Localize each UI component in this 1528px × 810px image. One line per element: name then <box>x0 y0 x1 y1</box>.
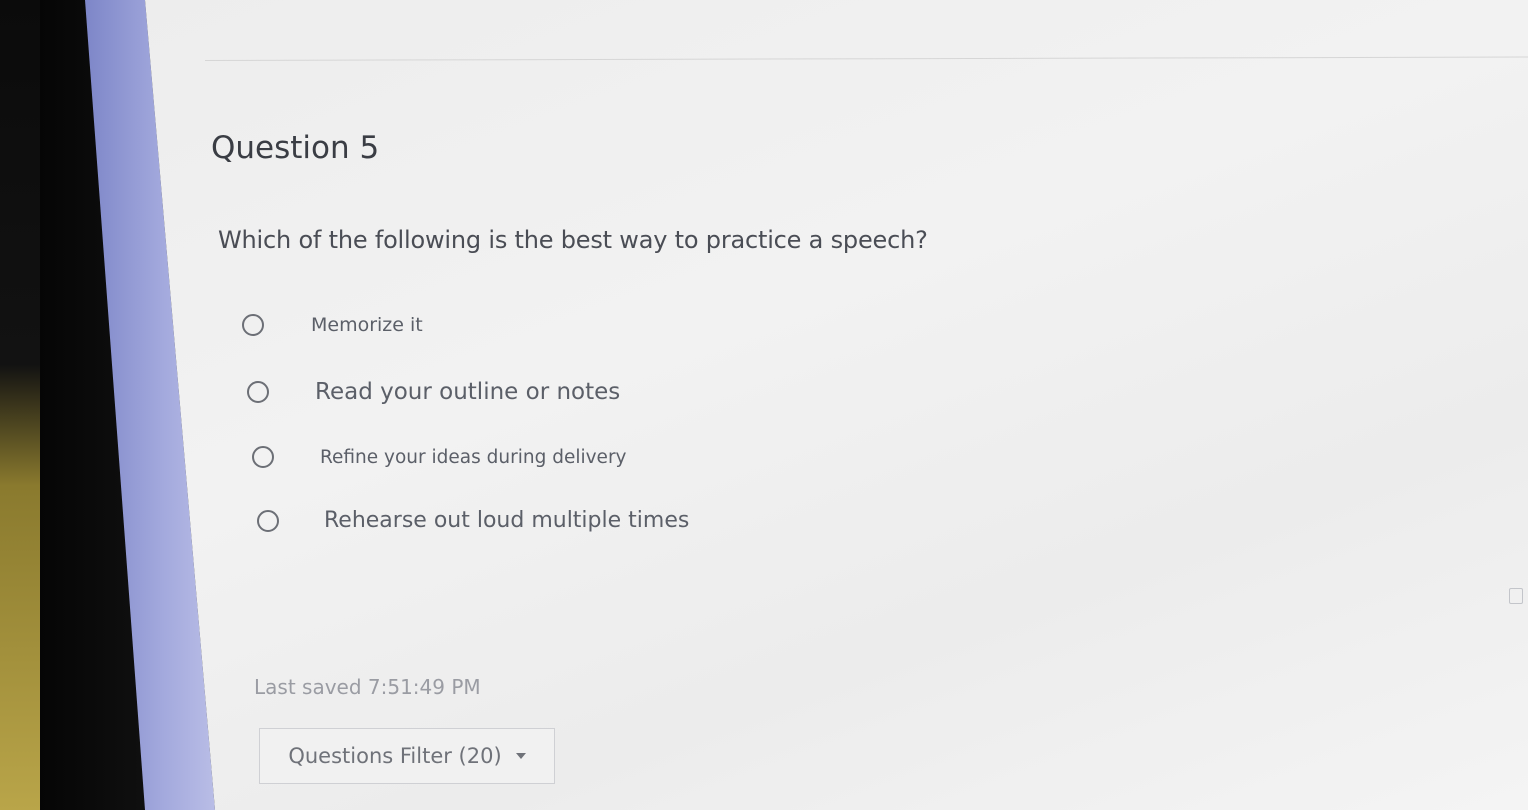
radio-button[interactable] <box>242 314 264 336</box>
radio-button[interactable] <box>252 446 274 468</box>
answer-option-label: Refine your ideas during delivery <box>320 446 627 468</box>
answer-option-label: Rehearse out loud multiple times <box>324 508 690 533</box>
radio-button[interactable] <box>247 381 269 403</box>
questions-filter-label: Questions Filter (20) <box>288 744 502 768</box>
questions-filter-dropdown[interactable]: Questions Filter (20) <box>259 728 555 784</box>
answer-option-2[interactable]: Read your outline or notes <box>247 379 620 405</box>
question-title: Question 5 <box>211 130 380 166</box>
last-saved-status: Last saved 7:51:49 PM <box>254 675 481 699</box>
radio-button[interactable] <box>257 509 279 532</box>
answer-option-label: Read your outline or notes <box>315 379 621 405</box>
answer-option-3[interactable]: Refine your ideas during delivery <box>252 446 627 468</box>
answer-option-4[interactable]: Rehearse out loud multiple times <box>257 508 689 533</box>
answer-option-1[interactable]: Memorize it <box>242 314 423 336</box>
photo-stage: Question 5 Which of the following is the… <box>0 0 1528 810</box>
caret-down-icon <box>515 753 526 759</box>
answer-option-label: Memorize it <box>311 314 423 336</box>
panel-icon[interactable] <box>1509 588 1523 604</box>
question-prompt: Which of the following is the best way t… <box>218 226 928 254</box>
